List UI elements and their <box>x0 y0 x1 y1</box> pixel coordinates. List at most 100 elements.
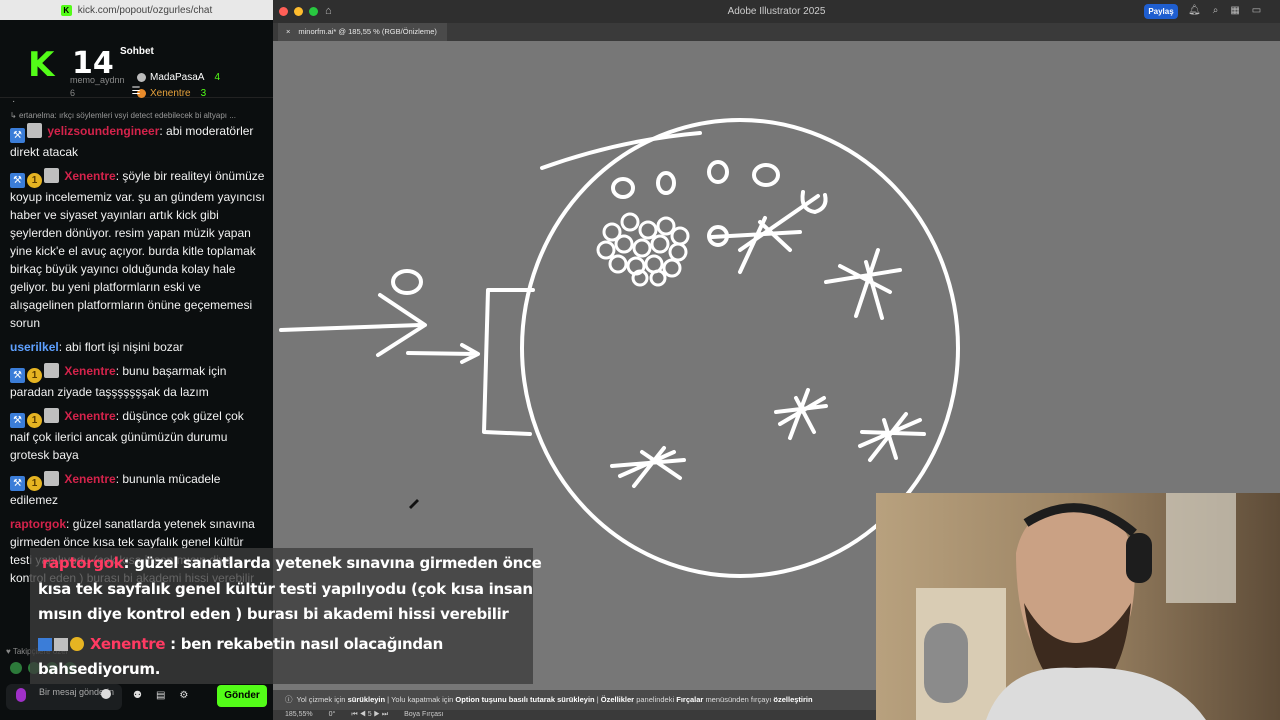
subscriber-badge-icon: 1 <box>27 368 42 383</box>
paintbrush-cursor-icon <box>409 499 419 509</box>
subscriber-badge-icon <box>70 637 84 651</box>
pinned-reply[interactable]: ↳ ertanelma: ırkçı söylemleri vsyi detec… <box>10 111 265 120</box>
emoji-icon[interactable] <box>101 689 111 699</box>
chat-username[interactable]: Xenentre <box>64 409 115 423</box>
tab-close-icon[interactable]: × <box>286 23 290 41</box>
workspace-icon[interactable]: ▦ <box>1230 5 1239 16</box>
moderator-badge-icon: ⚒ <box>10 173 25 188</box>
titlebar-tools: 🔔︎ ⌕ ▦ ▭ <box>1188 5 1261 16</box>
title-bar: ⌂ Adobe Illustrator 2025 Paylaş 🔔︎ ⌕ ▦ ▭ <box>273 0 1280 23</box>
zoom-level-field[interactable]: 185,55% <box>285 710 313 720</box>
gift-icon[interactable]: ⚉ <box>133 690 142 701</box>
scroll-dot: · <box>12 96 16 107</box>
subtitle-line: raptorgok: güzel sanatlarda yetenek sına… <box>42 554 542 572</box>
chat-message[interactable]: ⚒ 1 Xenentre: bununla mücadele edilemez <box>10 470 266 509</box>
sketch-dot <box>611 177 635 199</box>
subtitle-line: Xenentre : ben rekabetin nasıl olacağınd… <box>38 635 443 653</box>
chat-title: Sohbet <box>120 46 154 57</box>
chat-text: şöyle bir realiteyi önümüze koyup incele… <box>10 169 265 330</box>
moderator-badge-icon: ⚒ <box>10 128 25 143</box>
chat-message[interactable]: ⚒ 1 Xenentre: düşünce çok güzel çok naif … <box>10 407 266 464</box>
sketch-dot <box>707 160 729 184</box>
chat-messages: ⚒ yelizsoundengineer: abi moderatörler d… <box>10 122 266 593</box>
leader-count: 4 <box>214 72 221 83</box>
store-icon[interactable]: ▤ <box>156 690 165 701</box>
moderator-badge-icon: ⚒ <box>10 476 25 491</box>
chat-username[interactable]: yelizsoundengineer <box>47 124 159 138</box>
chat-input-tools: ⚉ ▤ ⚙ <box>133 690 188 701</box>
chat-username[interactable]: Xenentre <box>64 472 115 486</box>
kick-logo: K <box>28 45 55 85</box>
subscriber-badge-icon: 1 <box>27 173 42 188</box>
chat-message[interactable]: ⚒ 1 Xenentre: şöyle bir realiteyi önümüze… <box>10 167 266 332</box>
search-icon[interactable]: ⌕ <box>1213 5 1219 16</box>
url-text: kick.com/popout/ozgurles/chat <box>77 4 213 16</box>
chat-username[interactable]: userilkel <box>10 340 59 354</box>
chat-username[interactable]: Xenentre <box>64 169 115 183</box>
sketch-star <box>824 248 902 320</box>
subtitle-line: kısa tek sayfalık genel kültür testi yap… <box>38 580 533 598</box>
gift-badge-icon <box>44 363 59 378</box>
leaderboard-entry[interactable]: Xenentre 3 <box>137 88 206 99</box>
subtitle-line: mısın diye kontrol eden ) burası bi akad… <box>38 605 509 623</box>
gift-badge-icon <box>44 168 59 183</box>
emote-icon[interactable] <box>10 662 22 674</box>
app-title: Adobe Illustrator 2025 <box>727 6 826 17</box>
chat-text: abi flort işi nişini bozar <box>65 340 184 354</box>
sketch-small-arrow <box>406 343 480 364</box>
sketch-figure-head <box>391 269 423 295</box>
leader-name: MadaPasaA <box>150 72 205 83</box>
sketch-star <box>858 412 926 462</box>
subscriber-badge-icon: 1 <box>27 413 42 428</box>
sketch-star <box>774 388 828 440</box>
subtitle-line: bahsediyorum. <box>38 660 161 678</box>
settings-icon[interactable]: ⚙ <box>179 690 188 701</box>
medal-icon <box>137 73 146 82</box>
gift-badge-icon <box>54 638 68 651</box>
document-tab-bar: × minorfm.ai* @ 185,55 % (RGB/Önizleme) <box>273 23 1280 41</box>
webcam-feed <box>876 493 1280 720</box>
rotation-field[interactable]: 0° <box>329 710 336 720</box>
sketch-arrow-shaft <box>279 323 422 332</box>
url-bar[interactable]: K kick.com/popout/ozgurles/chat <box>0 0 273 20</box>
panels-icon[interactable]: ▭ <box>1252 5 1261 16</box>
send-button[interactable]: Gönder <box>217 685 267 707</box>
window <box>1166 493 1236 603</box>
headphone-cup <box>1126 533 1152 583</box>
kick-favicon-icon: K <box>60 4 72 16</box>
artboard-navigator[interactable]: ⏮ ◀ 5 ▶ ⏭ <box>351 710 388 720</box>
moderator-badge-icon <box>38 638 52 651</box>
collapse-leaderboard-icon[interactable]: ☰ <box>130 86 142 97</box>
chat-message[interactable]: userilkel: abi flort işi nişini bozar <box>10 338 266 356</box>
sketch-circle-cluster <box>596 212 690 287</box>
chat-username[interactable]: raptorgok <box>10 517 66 531</box>
gift-badge-icon <box>44 408 59 423</box>
moderator-badge-icon: ⚒ <box>10 413 25 428</box>
current-tool-label[interactable]: Boya Fırçası <box>404 710 443 720</box>
help-icon[interactable]: ⓘ <box>285 695 293 704</box>
chat-message[interactable]: ⚒ 1 Xenentre: bunu başarmak için paradan … <box>10 362 266 401</box>
microphone-icon[interactable] <box>16 688 26 702</box>
subscriber-badge-icon: 1 <box>27 476 42 491</box>
leader-name: Xenentre <box>150 88 191 99</box>
chat-message[interactable]: ⚒ yelizsoundengineer: abi moderatörler d… <box>10 122 266 161</box>
gift-badge-icon <box>44 471 59 486</box>
leaderboard-ghost-count: 6 <box>70 88 76 98</box>
sketch-tangent-stroke <box>540 131 702 170</box>
leaderboard-ghost-user: memo_aydnn <box>70 75 125 85</box>
sketch-dot <box>752 163 780 187</box>
notifications-icon[interactable]: 🔔︎ <box>1188 5 1201 16</box>
chat-text: bununla mücadele edilemez <box>10 472 221 507</box>
moderator-badge-icon: ⚒ <box>10 368 25 383</box>
chat-text: bunu başarmak için paradan ziyade taşşşş… <box>10 364 227 399</box>
leader-count: 3 <box>200 88 207 99</box>
gift-badge-icon <box>27 123 42 138</box>
sketch-dot <box>656 171 676 195</box>
microphone <box>924 623 968 703</box>
share-button[interactable]: Paylaş <box>1144 4 1178 19</box>
sketch-star <box>610 446 686 488</box>
document-tab[interactable]: × minorfm.ai* @ 185,55 % (RGB/Önizleme) <box>278 23 447 41</box>
leaderboard-entry[interactable]: MadaPasaA 4 <box>137 72 220 83</box>
chat-username[interactable]: Xenentre <box>64 364 115 378</box>
document-tab-label: minorfm.ai* @ 185,55 % (RGB/Önizleme) <box>298 27 437 36</box>
